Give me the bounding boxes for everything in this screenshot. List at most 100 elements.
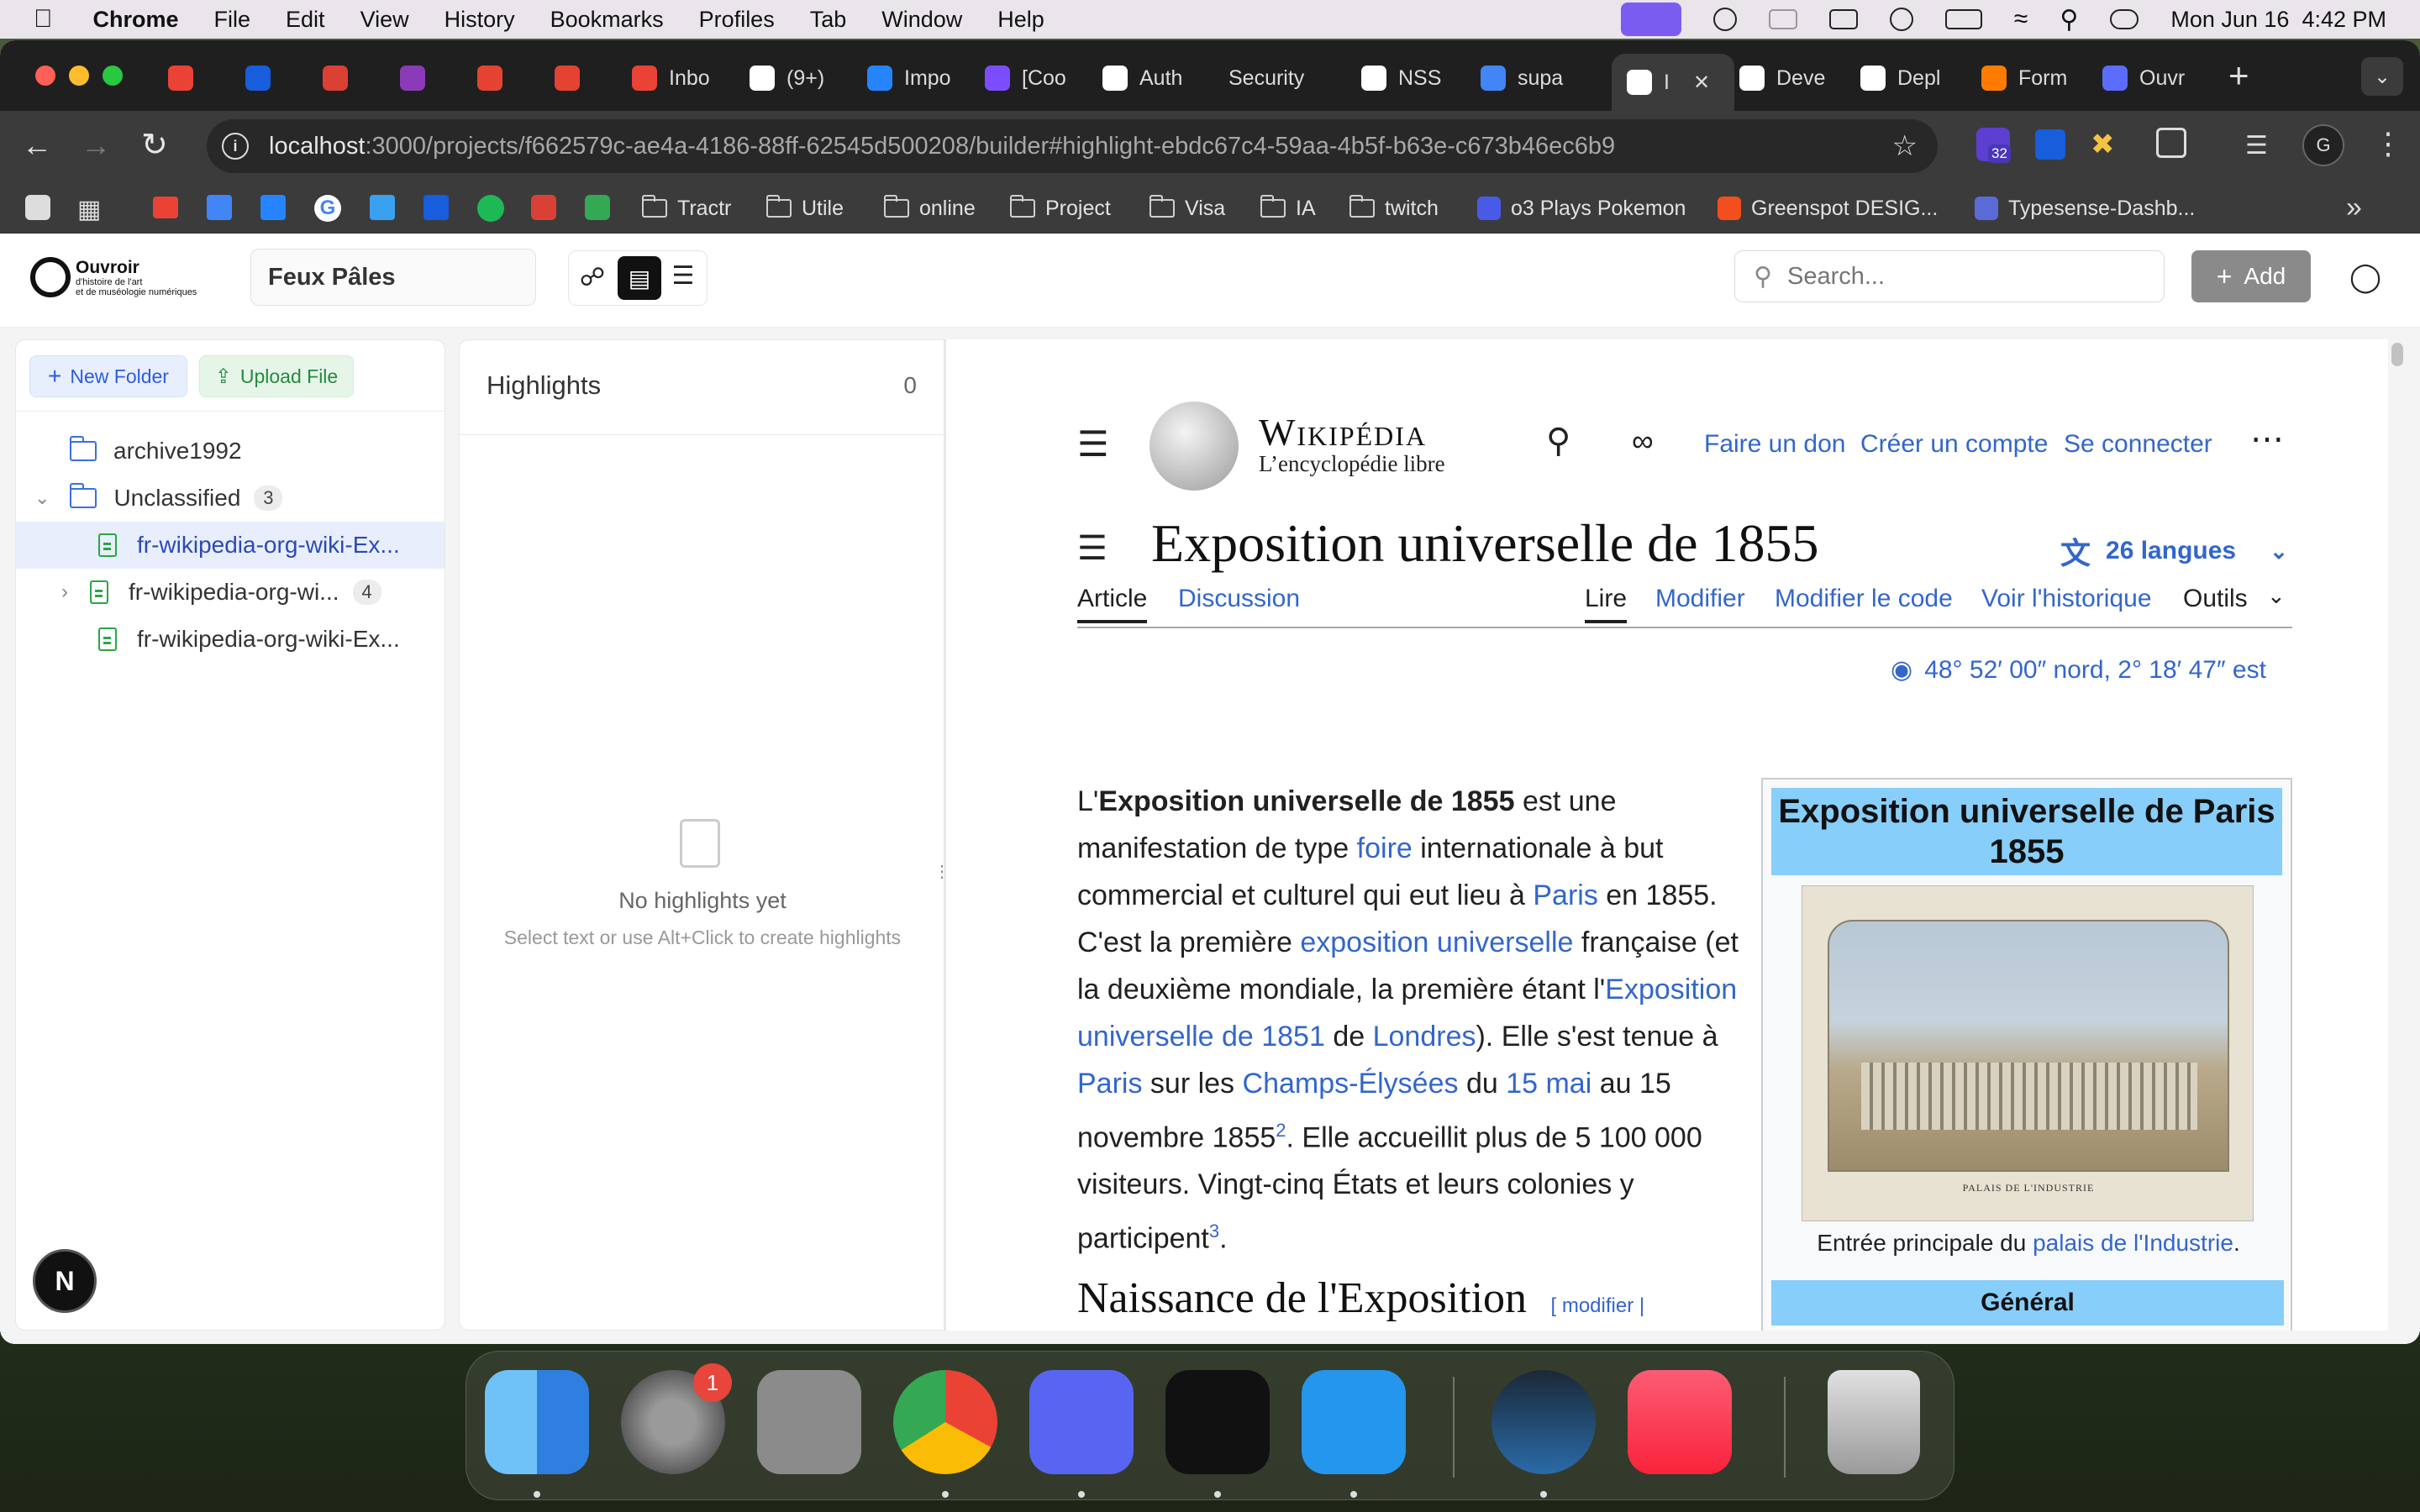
calendar-menu-icon[interactable] xyxy=(1828,9,1858,29)
browser-tab[interactable]: Form xyxy=(1981,52,2082,104)
chevron-down-icon[interactable]: ⌄ xyxy=(34,487,50,509)
back-button[interactable]: ← xyxy=(22,128,52,163)
bitwarden-extension-icon[interactable] xyxy=(2035,129,2065,160)
steam-icon[interactable] xyxy=(1491,1370,1596,1474)
menu-view[interactable]: View xyxy=(360,7,409,33)
browser-tab[interactable] xyxy=(555,52,605,104)
ouvroir-logo[interactable]: Ouvroir d'histoire de l'art et de muséol… xyxy=(76,259,197,298)
donate-link[interactable]: Faire un don xyxy=(1704,430,1845,459)
wiki-link-exposition-universelle[interactable]: exposition universelle xyxy=(1300,927,1573,958)
browser-tab[interactable]: supa xyxy=(1481,52,1590,104)
tool-extension-icon[interactable]: ✖ xyxy=(2091,128,2115,161)
tree-item-file-selected[interactable]: fr-wikipedia-org-wiki-Ex... xyxy=(16,522,445,569)
profile-avatar[interactable]: G xyxy=(2302,124,2344,166)
next-dev-indicator-icon[interactable]: N xyxy=(33,1249,97,1313)
coordinates[interactable]: ◉ 48° 52′ 00″ nord, 2° 18′ 47″ est xyxy=(1891,655,2266,685)
wiki-link-foire[interactable]: foire xyxy=(1357,832,1413,864)
weather-icon[interactable] xyxy=(1712,8,1737,31)
wikipedia-globe-icon[interactable] xyxy=(1150,402,1239,491)
reference-link[interactable]: 3 xyxy=(1209,1221,1219,1242)
document-view-icon[interactable]: ▤ xyxy=(618,256,661,300)
browser-tab-active[interactable]: I ✕ xyxy=(1612,54,1734,111)
reference-link[interactable]: 2 xyxy=(1276,1120,1286,1141)
site-info-icon[interactable]: i xyxy=(222,133,249,160)
menu-app-name[interactable]: Chrome xyxy=(93,7,179,33)
browser-tab[interactable] xyxy=(400,52,450,104)
window-icon[interactable] xyxy=(1768,9,1797,29)
extension-icon[interactable]: 32 xyxy=(1976,128,2011,163)
menu-window[interactable]: Window xyxy=(881,7,962,33)
browser-tab[interactable]: Deve xyxy=(1739,52,1840,104)
tab-edit-source[interactable]: Modifier le code xyxy=(1775,585,1953,613)
translate-bookmark-icon[interactable] xyxy=(207,195,232,220)
blue-bookmark-icon[interactable] xyxy=(370,195,395,220)
music-icon[interactable] xyxy=(1628,1370,1732,1474)
launchpad-icon[interactable] xyxy=(757,1370,861,1474)
apps-icon[interactable] xyxy=(25,195,50,220)
discord-icon[interactable] xyxy=(1029,1370,1134,1474)
tab-read[interactable]: Lire xyxy=(1585,585,1628,623)
create-account-link[interactable]: Créer un compte xyxy=(1860,430,2048,459)
tree-item-file[interactable]: › fr-wikipedia-org-wi... 4 xyxy=(16,569,445,616)
wiki-link-champs-elysees[interactable]: Champs-Élysées xyxy=(1243,1068,1459,1100)
appearance-glasses-icon[interactable]: ∞ xyxy=(1632,423,1654,459)
trash-icon[interactable] xyxy=(1828,1370,1920,1474)
bitwarden-bookmark-icon[interactable] xyxy=(424,195,449,220)
search-field[interactable]: ⚲ xyxy=(1734,250,2165,302)
new-tab-button[interactable]: + xyxy=(2228,55,2249,96)
extensions-puzzle-icon[interactable] xyxy=(2156,128,2186,158)
language-selector[interactable]: 文 26 langues ⌄ xyxy=(2060,529,2288,573)
tree-item-archive1992[interactable]: archive1992 xyxy=(16,428,445,475)
wiki-link-londres[interactable]: Londres xyxy=(1373,1021,1476,1053)
control-center-icon[interactable] xyxy=(2110,9,2139,29)
bookmark-item[interactable]: online xyxy=(884,193,976,223)
tab-tools[interactable]: Outils xyxy=(2183,585,2248,613)
scrollbar-thumb[interactable] xyxy=(2391,343,2403,366)
search-input[interactable] xyxy=(1786,262,2140,291)
browser-tab[interactable]: NSS xyxy=(1361,52,1462,104)
media-controls-icon[interactable]: ☰ xyxy=(2245,131,2268,160)
browser-tab[interactable]: [Coo xyxy=(985,52,1086,104)
wifi-icon[interactable]: ≈ xyxy=(2014,5,2028,34)
graph-view-icon[interactable]: ☍ xyxy=(577,263,608,293)
browser-tab[interactable]: Impo xyxy=(867,52,968,104)
bookmark-item[interactable]: Utile xyxy=(766,193,844,223)
bookmark-star-icon[interactable]: ☆ xyxy=(1892,129,1918,163)
browser-tab[interactable] xyxy=(323,52,373,104)
close-window-button[interactable] xyxy=(35,66,55,86)
new-folder-button[interactable]: + New Folder xyxy=(29,355,187,397)
browser-tab[interactable] xyxy=(168,52,218,104)
upload-file-button[interactable]: ⇪ Upload File xyxy=(199,355,354,397)
browser-tab[interactable]: Depl xyxy=(1860,52,1961,104)
close-tab-icon[interactable]: ✕ xyxy=(1693,71,1710,95)
browser-tab[interactable]: Security xyxy=(1228,52,1346,104)
user-account-icon[interactable]: ◯ xyxy=(2349,260,2381,294)
tab-groups-icon[interactable]: ▦ xyxy=(77,195,101,224)
more-options-icon[interactable]: ⋯ xyxy=(2250,420,2284,459)
browser-tab[interactable] xyxy=(477,52,528,104)
zoom-window-button[interactable] xyxy=(103,66,123,86)
menu-bookmarks[interactable]: Bookmarks xyxy=(550,7,664,33)
wiki-link-paris[interactable]: Paris xyxy=(1533,879,1597,911)
wiki-link-paris[interactable]: Paris xyxy=(1077,1068,1142,1100)
todoist-bookmark-icon[interactable] xyxy=(531,195,556,220)
chrome-menu-icon[interactable]: ⋮ xyxy=(2373,126,2403,161)
tab-discussion[interactable]: Discussion xyxy=(1178,585,1300,613)
spotify-bookmark-icon[interactable] xyxy=(477,195,504,222)
wikipedia-wordmark[interactable]: Wikipédia L’encyclopédie libre xyxy=(1259,410,1445,477)
palais-industrie-link[interactable]: palais de l'Industrie xyxy=(2033,1230,2233,1256)
reload-button[interactable]: ↻ xyxy=(141,126,168,164)
search-icon[interactable]: ⚲ xyxy=(1546,422,1570,460)
screen-share-icon[interactable] xyxy=(1620,3,1681,36)
address-bar[interactable]: i localhost:3000/projects/f662579c-ae4a-… xyxy=(207,119,1938,173)
menu-history[interactable]: History xyxy=(445,7,515,33)
docker-icon[interactable] xyxy=(1302,1370,1406,1474)
menu-edit[interactable]: Edit xyxy=(286,7,325,33)
project-name-field[interactable]: Feux Pâles xyxy=(250,249,536,306)
tab-search-button[interactable]: ⌄ xyxy=(2361,57,2403,96)
bookmark-item[interactable]: Typesense-Dashb... xyxy=(1975,193,2195,223)
chevron-down-icon[interactable]: ⌄ xyxy=(2267,583,2286,609)
section-edit-link[interactable]: [ modifier | xyxy=(1550,1294,1644,1317)
chevron-right-icon[interactable]: › xyxy=(61,580,68,604)
browser-tab[interactable]: Inbo xyxy=(632,52,733,104)
